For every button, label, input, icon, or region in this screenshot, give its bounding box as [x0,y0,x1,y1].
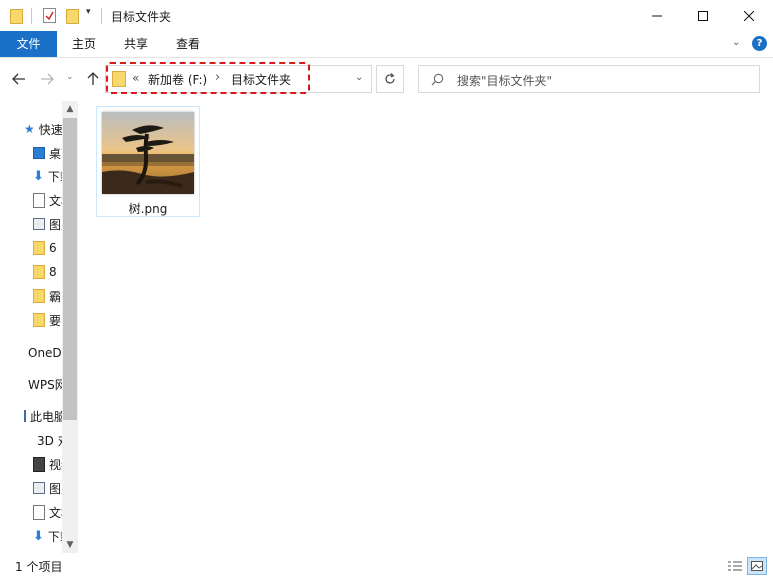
window-title: 目标文件夹 [111,10,172,24]
toolbar-separator [31,8,32,24]
title-bar: ▾ 目标文件夹 [0,0,773,31]
toolbar-separator [101,8,102,24]
tab-home[interactable]: 主页 [62,31,106,57]
refresh-button[interactable] [376,65,404,93]
properties-icon[interactable] [43,8,56,23]
recent-locations-chevron-icon[interactable]: ⌄ [66,72,74,82]
sidebar-item-this-pc[interactable]: 此电脑 [24,405,64,427]
scroll-up-arrow-icon[interactable]: ▲ [62,101,78,117]
video-icon [33,456,45,472]
address-highlight-box [106,62,310,94]
arrow-up-icon [87,72,99,85]
details-view-button[interactable] [726,558,744,574]
download-icon: ⬇ [33,528,44,544]
search-box[interactable]: 搜索"目标文件夹" [418,65,760,93]
folder-icon [33,265,45,279]
picture-icon [33,482,45,494]
tab-share[interactable]: 共享 [114,31,158,57]
arrow-right-icon [41,73,54,85]
large-icons-view-button[interactable] [747,557,767,575]
folder-icon [10,9,23,24]
sidebar-item-quick-access[interactable]: ★ 快速访问 [24,118,64,140]
download-icon: ⬇ [33,168,44,184]
star-icon: ★ [24,122,35,136]
picture-icon [33,218,45,230]
document-icon [33,192,45,208]
scroll-down-arrow-icon[interactable]: ▼ [62,537,78,553]
help-icon[interactable]: ? [752,36,767,51]
tab-view[interactable]: 查看 [166,31,210,57]
close-icon [744,10,754,21]
folder-icon [33,289,45,303]
large-icons-view-icon [751,561,763,571]
file-name-label: 树.png [128,202,168,216]
close-button[interactable] [726,0,772,31]
sidebar-item-onedrive[interactable]: OneDrive [24,342,64,364]
customize-dropdown-icon[interactable]: ▾ [86,7,91,17]
forward-button[interactable] [38,70,56,88]
status-bar: 1 个项目 [0,554,773,578]
new-folder-icon[interactable] [66,9,79,24]
navigation-pane: ★ 快速访问 桌面 ⬇ 下载 文档 图片 6 8 霸 要 OneDrive WP… [0,101,73,553]
item-count: 1 个项目 [15,560,63,574]
image-thumbnail [102,112,194,194]
minimize-icon [652,15,662,16]
minimize-button[interactable] [634,0,680,31]
maximize-icon [698,10,708,21]
tab-file[interactable]: 文件 [0,31,57,57]
desktop-icon [33,147,45,159]
folder-icon [33,241,45,255]
ribbon-tab-bar: 文件 主页 共享 查看 ⌄ ? [0,31,773,58]
pc-icon [24,410,26,422]
maximize-button[interactable] [680,0,726,31]
search-icon [431,73,444,86]
ribbon-expand-chevron-icon[interactable]: ⌄ [732,37,740,48]
search-input[interactable]: 搜索"目标文件夹" [457,72,552,89]
details-view-icon [728,561,742,571]
sidebar-item-wps[interactable]: WPS网盘 [24,373,64,395]
arrow-left-icon [12,73,25,85]
back-button[interactable] [10,70,28,88]
file-item[interactable]: 树.png [96,106,200,217]
folder-icon [33,313,45,327]
document-icon [33,504,45,520]
refresh-icon [385,73,395,84]
address-dropdown-icon[interactable]: ⌄ [355,72,363,83]
nav-scrollbar-thumb[interactable] [63,118,77,420]
up-button[interactable] [84,70,102,88]
